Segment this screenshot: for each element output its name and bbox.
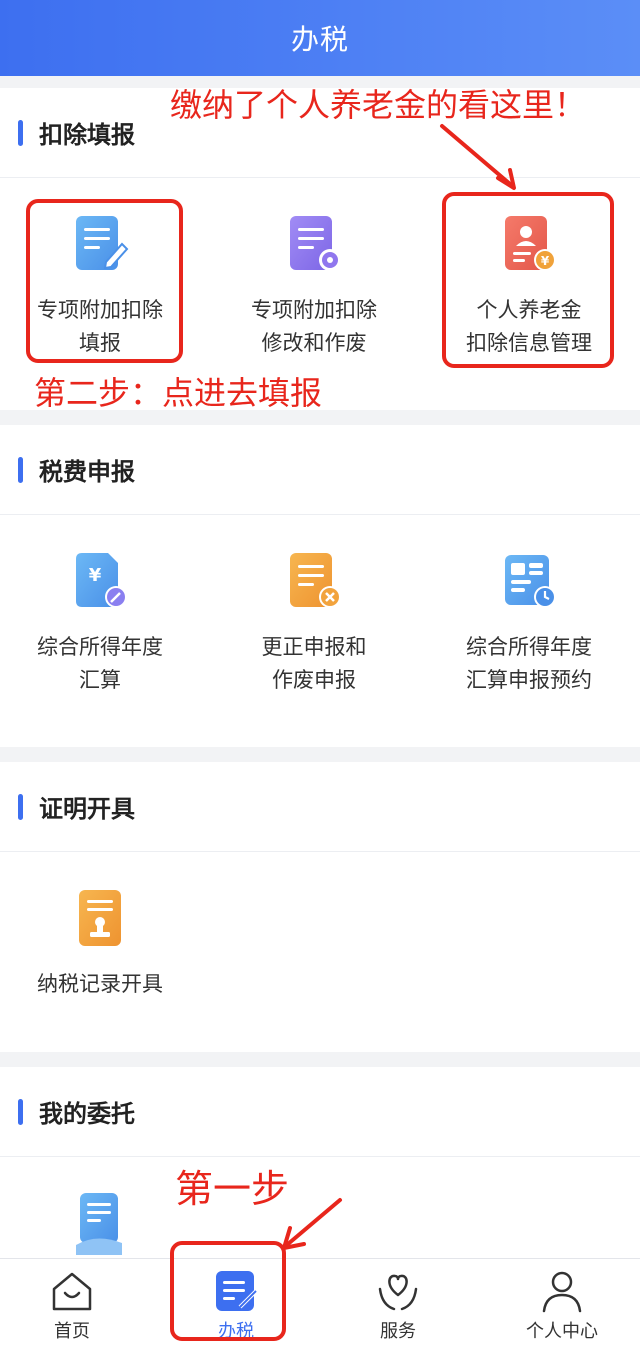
section-accent-bar [18,1098,23,1125]
bottom-tab-bar: 首页 办税 服务 个人中心 [0,1258,640,1347]
profile-icon [540,1269,584,1313]
tile-correct-declaration[interactable]: 更正申报和 作废申报 [214,553,414,697]
tab-home[interactable]: 首页 [0,1269,152,1343]
tile-label: 更正申报和 作废申报 [261,635,367,692]
certificate-stamp-icon [70,890,130,950]
annotation-arrow-pension [440,124,516,190]
annotation-box-pension [442,192,614,368]
annotation-box-step1 [170,1241,286,1341]
section-title: 我的委托 [39,1100,135,1128]
yuan-document-icon: ¥ [70,553,130,613]
section-header: 证明开具 [0,762,640,852]
tile-tax-record[interactable]: 纳税记录开具 [0,890,200,1001]
tile-special-deduction-modify[interactable]: 专项附加扣除 修改和作废 [214,216,414,360]
section-certificate: 证明开具 纳税记录开具 [0,762,640,1052]
tile-annual-reconciliation[interactable]: ¥ 综合所得年度 汇算 [0,553,200,697]
annotation-box-step2 [26,199,183,363]
tile-label: 综合所得年度 汇算申报预约 [466,635,592,692]
section-accent-bar [18,119,23,146]
tile-label: 纳税记录开具 [37,972,163,996]
tab-service[interactable]: 服务 [318,1269,478,1343]
calendar-clock-icon [499,553,559,613]
section-title: 扣除填报 [39,121,135,149]
section-header: 税费申报 [0,425,640,515]
top-bar: 办税 [0,0,640,76]
entrust-document-icon[interactable] [76,1193,124,1258]
section-accent-bar [18,793,23,820]
annotation-step2: 第二步：点进去填报 [34,374,323,412]
tile-label: 综合所得年度 汇算 [37,635,163,692]
page-title: 办税 [290,23,349,56]
section-title: 税费申报 [39,458,135,486]
service-icon [376,1269,420,1313]
tab-label: 首页 [54,1321,90,1342]
tile-reservation[interactable]: 综合所得年度 汇算申报预约 [429,553,629,697]
document-cancel-icon [284,553,344,613]
svg-text:¥: ¥ [89,565,102,586]
tab-profile[interactable]: 个人中心 [482,1269,640,1343]
section-declaration: 税费申报 ¥ 综合所得年度 汇算 更正申报和 作废申报 综合所得年度 汇算申报预… [0,425,640,747]
home-icon [50,1269,94,1313]
tab-label: 服务 [380,1321,416,1342]
document-gear-icon [284,216,344,276]
section-accent-bar [18,456,23,483]
section-header: 我的委托 [0,1067,640,1157]
tile-label: 专项附加扣除 修改和作废 [251,298,377,355]
section-title: 证明开具 [39,795,135,823]
tab-label: 个人中心 [526,1321,598,1342]
